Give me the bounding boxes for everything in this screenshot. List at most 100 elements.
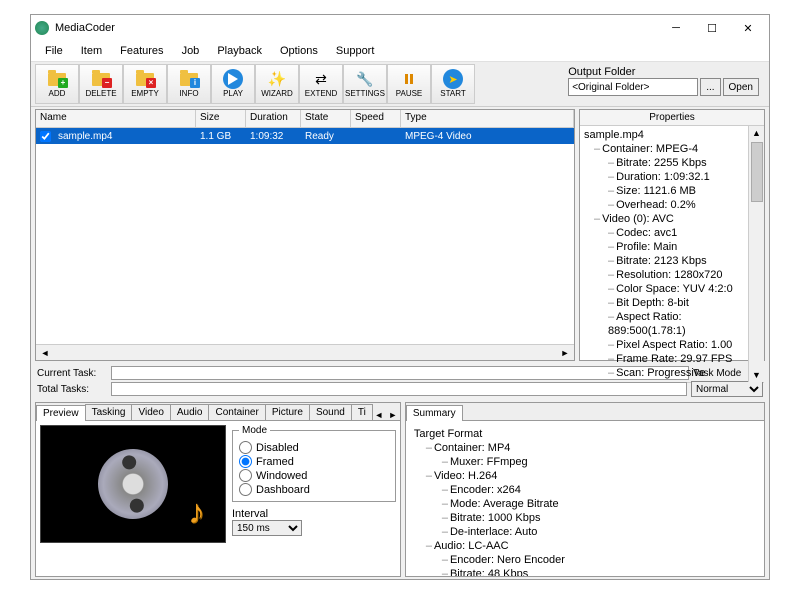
mode-option-disabled[interactable]: Disabled [239,441,389,454]
mode-option-dashboard[interactable]: Dashboard [239,483,389,496]
output-folder-input[interactable] [568,78,698,96]
scroll-thumb[interactable] [751,142,763,202]
tab-summary[interactable]: Summary [406,405,463,421]
tab-next-icon[interactable]: ► [386,410,400,420]
summary-item[interactable]: Muxer: FFmpeg [414,455,565,469]
tab-ti[interactable]: Ti [351,404,373,420]
play-label: PLAY [223,89,243,98]
browse-button[interactable]: ... [700,78,720,96]
maximize-button[interactable]: ☐ [695,18,729,38]
summary-item[interactable]: Encoder: Nero Encoder [414,553,565,567]
open-folder-button[interactable]: Open [723,78,759,96]
property-item[interactable]: Scan: Progressive [584,366,748,380]
file-size: 1.1 GB [196,131,246,142]
table-row[interactable]: sample.mp4 1.1 GB 1:09:32 Ready MPEG-4 V… [36,128,574,144]
add-button[interactable]: +ADD [35,64,79,104]
property-item[interactable]: Container: MPEG-4 [584,142,748,156]
summary-tree[interactable]: Target FormatContainer: MP4Muxer: FFmpeg… [410,425,569,572]
tab-preview[interactable]: Preview [36,405,86,421]
col-size[interactable]: Size [196,110,246,127]
summary-item[interactable]: Mode: Average Bitrate [414,497,565,511]
column-headers[interactable]: Name Size Duration State Speed Type [36,110,574,128]
mode-radio-dashboard[interactable] [239,483,252,496]
tab-sound[interactable]: Sound [309,404,352,420]
mode-radio-disabled[interactable] [239,441,252,454]
settings-button[interactable]: 🔧SETTINGS [343,64,387,104]
mode-group: Mode DisabledFramedWindowedDashboard [232,425,396,502]
pause-button[interactable]: PAUSE [387,64,431,104]
col-duration[interactable]: Duration [246,110,301,127]
property-item[interactable]: Codec: avc1 [584,226,748,240]
property-item[interactable]: Profile: Main [584,240,748,254]
menu-playback[interactable]: Playback [209,43,270,59]
tab-picture[interactable]: Picture [265,404,310,420]
delete-label: DELETE [85,89,116,98]
property-item[interactable]: sample.mp4 [584,128,748,142]
summary-item[interactable]: De-interlace: Auto [414,525,565,539]
properties-tree[interactable]: sample.mp4Container: MPEG-4Bitrate: 2255… [580,126,748,382]
summary-item[interactable]: Encoder: x264 [414,483,565,497]
property-item[interactable]: Bitrate: 2123 Kbps [584,254,748,268]
v-scrollbar[interactable]: ▲ ▼ [748,126,764,382]
summary-item[interactable]: Target Format [414,427,565,441]
menu-file[interactable]: File [37,43,71,59]
settings-label: SETTINGS [345,89,385,98]
start-button[interactable]: ➤START [431,64,475,104]
empty-button[interactable]: ×EMPTY [123,64,167,104]
col-type[interactable]: Type [401,110,574,127]
file-checkbox[interactable] [40,131,51,142]
col-state[interactable]: State [301,110,351,127]
property-item[interactable]: Size: 1121.6 MB [584,184,748,198]
menu-options[interactable]: Options [272,43,326,59]
summary-item[interactable]: Bitrate: 48 Kbps [414,567,565,576]
mode-radio-windowed[interactable] [239,469,252,482]
mode-option-windowed[interactable]: Windowed [239,469,389,482]
menu-job[interactable]: Job [174,43,208,59]
tab-tasking[interactable]: Tasking [85,404,133,420]
summary-item[interactable]: Container: MP4 [414,441,565,455]
extend-button[interactable]: ⇄EXTEND [299,64,343,104]
music-note-icon: ♪ [188,493,205,532]
property-item[interactable]: Overhead: 0.2% [584,198,748,212]
scroll-right-icon[interactable]: ► [558,346,572,360]
property-item[interactable]: Color Space: YUV 4:2:0 [584,282,748,296]
summary-item[interactable]: Bitrate: 1000 Kbps [414,511,565,525]
interval-select[interactable]: 150 ms [232,520,302,536]
task-mode-select[interactable]: Normal [691,381,763,397]
property-item[interactable]: Bit Depth: 8-bit [584,296,748,310]
property-item[interactable]: Frame Rate: 29.97 FPS [584,352,748,366]
tab-audio[interactable]: Audio [170,404,210,420]
film-reel-icon [92,443,173,524]
summary-item[interactable]: Audio: LC-AAC [414,539,565,553]
play-button[interactable]: PLAY [211,64,255,104]
property-item[interactable]: Resolution: 1280x720 [584,268,748,282]
col-name[interactable]: Name [36,110,196,127]
h-scrollbar[interactable]: ◄► [36,344,574,360]
menu-item[interactable]: Item [73,43,110,59]
empty-icon: × [135,70,155,88]
close-button[interactable]: ✕ [731,18,765,38]
property-item[interactable]: Aspect Ratio: 889:500(1.78:1) [584,310,748,338]
tab-prev-icon[interactable]: ◄ [372,410,386,420]
delete-button[interactable]: −DELETE [79,64,123,104]
scroll-left-icon[interactable]: ◄ [38,346,52,360]
scroll-down-icon[interactable]: ▼ [752,368,761,382]
mode-radio-framed[interactable] [239,455,252,468]
tab-container[interactable]: Container [208,404,265,420]
property-item[interactable]: Bitrate: 2255 Kbps [584,156,748,170]
menu-support[interactable]: Support [328,43,383,59]
mode-option-framed[interactable]: Framed [239,455,389,468]
property-item[interactable]: Duration: 1:09:32.1 [584,170,748,184]
total-tasks-bar [111,382,687,396]
property-item[interactable]: Pixel Aspect Ratio: 1.00 [584,338,748,352]
info-button[interactable]: iINFO [167,64,211,104]
wizard-button[interactable]: ✨WIZARD [255,64,299,104]
scroll-up-icon[interactable]: ▲ [752,126,761,140]
property-item[interactable]: Video (0): AVC [584,212,748,226]
tab-video[interactable]: Video [131,404,170,420]
summary-item[interactable]: Video: H.264 [414,469,565,483]
col-speed[interactable]: Speed [351,110,401,127]
menu-features[interactable]: Features [112,43,171,59]
minimize-button[interactable]: ─ [659,18,693,38]
left-tab-panel: PreviewTaskingVideoAudioContainerPicture… [35,402,401,577]
